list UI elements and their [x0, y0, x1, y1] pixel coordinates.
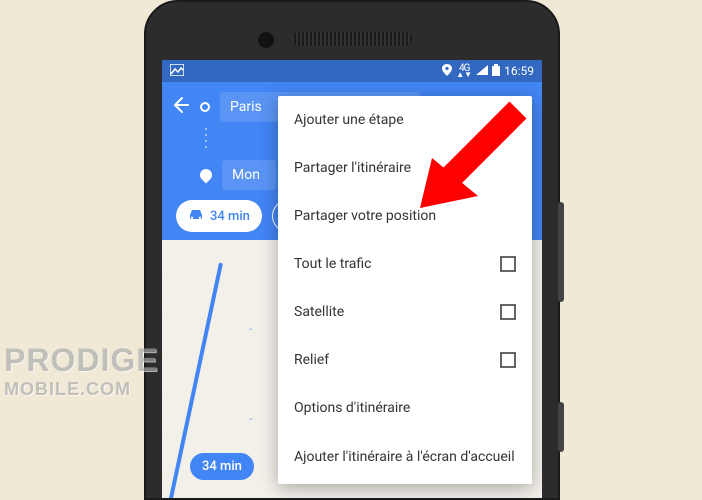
watermark-line2: MOBILE.COM: [4, 379, 159, 400]
checkbox-icon[interactable]: [500, 304, 516, 320]
screen: 4G ▲▼ 16:59 Paris: [162, 60, 542, 498]
menu-label: Tout le trafic: [294, 256, 372, 272]
watermark: PRODIGE MOBILE.COM: [4, 342, 159, 400]
back-icon[interactable]: [170, 95, 190, 119]
route-time-pill[interactable]: 34 min: [190, 453, 254, 480]
origin-value: Paris: [230, 99, 262, 115]
menu-item-add-to-home[interactable]: Ajouter l'itinéraire à l'écran d'accueil: [278, 432, 532, 484]
menu-item-satellite[interactable]: Satellite: [278, 288, 532, 336]
signal-icon: [476, 64, 488, 78]
dots-icon: [205, 126, 207, 152]
image-icon: [170, 64, 184, 79]
side-button: [558, 402, 564, 452]
location-icon: [442, 64, 452, 79]
clock: 16:59: [504, 64, 534, 78]
origin-dot-icon: [200, 102, 210, 112]
menu-item-share-location[interactable]: Partager votre position: [278, 192, 532, 240]
menu-label: Satellite: [294, 304, 344, 320]
watermark-line1: PRODIGE: [4, 342, 159, 379]
phone-frame: 4G ▲▼ 16:59 Paris: [144, 0, 560, 500]
menu-label: Partager votre position: [294, 208, 436, 224]
menu-label: Ajouter l'itinéraire à l'écran d'accueil: [294, 449, 515, 467]
route-time-label: 34 min: [202, 459, 242, 474]
menu-item-route-options[interactable]: Options d'itinéraire: [278, 384, 532, 432]
side-button: [558, 202, 564, 302]
checkbox-icon[interactable]: [500, 256, 516, 272]
checkbox-icon[interactable]: [500, 352, 516, 368]
menu-item-traffic[interactable]: Tout le trafic: [278, 240, 532, 288]
menu-label: Partager l'itinéraire: [294, 160, 411, 176]
mode-car-chip[interactable]: 34 min: [176, 200, 262, 232]
destination-pin-icon: [198, 167, 215, 184]
status-bar: 4G ▲▼ 16:59: [162, 60, 542, 82]
menu-label: Relief: [294, 352, 329, 368]
menu-label: Options d'itinéraire: [294, 400, 410, 416]
menu-item-share-route[interactable]: Partager l'itinéraire: [278, 144, 532, 192]
menu-item-relief[interactable]: Relief: [278, 336, 532, 384]
car-icon: [188, 208, 204, 224]
destination-value: Mon: [232, 167, 260, 183]
destination-input[interactable]: Mon: [222, 160, 276, 190]
menu-item-add-step[interactable]: Ajouter une étape: [278, 96, 532, 144]
overflow-menu: Ajouter une étape Partager l'itinéraire …: [278, 96, 532, 484]
menu-label: Ajouter une étape: [294, 112, 404, 128]
battery-icon: [492, 64, 500, 79]
car-time: 34 min: [210, 209, 250, 224]
updown-icon: ▲▼: [456, 72, 472, 78]
